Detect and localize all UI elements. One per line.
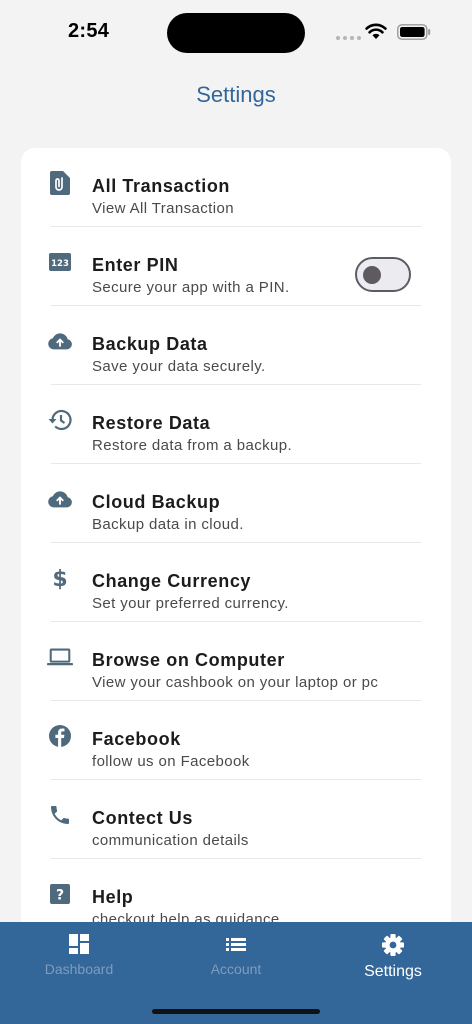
cellular-signal-icon <box>336 36 361 40</box>
settings-item-facebook[interactable]: Facebook follow us on Facebook <box>21 701 451 780</box>
settings-item-contact-us[interactable]: Contect Us communication details <box>21 780 451 859</box>
tab-label: Dashboard <box>44 961 114 977</box>
settings-item-cloud-backup[interactable]: Cloud Backup Backup data in cloud. <box>21 464 451 543</box>
settings-item-label: Cloud Backup <box>92 492 221 512</box>
pin-toggle[interactable] <box>355 257 411 292</box>
settings-item-all-transaction[interactable]: All Transaction View All Transaction <box>21 148 451 227</box>
settings-item-change-currency[interactable]: $ Change Currency Set your preferred cur… <box>21 543 451 622</box>
settings-item-label: Help <box>92 887 134 907</box>
cloud-upload-icon <box>47 328 73 354</box>
settings-item-browse-on-computer[interactable]: Browse on Computer View your cashbook on… <box>21 622 451 701</box>
settings-item-subtitle: Backup data in cloud. <box>92 516 244 533</box>
wifi-icon <box>365 23 387 39</box>
pin-123-icon: 123 <box>47 249 73 275</box>
settings-list: All Transaction View All Transaction 123… <box>21 148 451 948</box>
page-title: Settings <box>196 82 276 107</box>
tab-account[interactable]: Account <box>176 930 296 990</box>
help-icon: ? <box>47 881 73 907</box>
dynamic-island <box>167 13 305 53</box>
laptop-icon <box>47 644 73 670</box>
tab-settings[interactable]: Settings <box>333 930 453 990</box>
settings-item-subtitle: Save your data securely. <box>92 358 266 375</box>
status-time: 2:54 <box>68 20 110 42</box>
svg-text:123: 123 <box>51 259 69 269</box>
svg-text:$: $ <box>52 567 67 591</box>
settings-item-subtitle: Secure your app with a PIN. <box>92 279 290 296</box>
settings-item-label: All Transaction <box>92 176 231 196</box>
svg-text:?: ? <box>56 888 64 904</box>
settings-item-label: Facebook <box>92 729 181 749</box>
dashboard-icon <box>69 934 89 954</box>
gear-icon <box>382 934 404 956</box>
settings-item-subtitle: View your cashbook on your laptop or pc <box>92 674 379 691</box>
settings-item-subtitle: View All Transaction <box>92 200 234 217</box>
tab-dashboard[interactable]: Dashboard <box>19 930 139 990</box>
cloud-upload-icon <box>47 486 73 512</box>
settings-item-subtitle: Set your preferred currency. <box>92 595 289 612</box>
settings-item-label: Browse on Computer <box>92 650 285 670</box>
status-bar: 2:54 <box>0 0 472 64</box>
facebook-icon <box>47 723 73 749</box>
file-attachment-icon <box>47 170 73 196</box>
tab-label: Settings <box>364 963 422 980</box>
settings-item-subtitle: follow us on Facebook <box>92 753 250 770</box>
toggle-knob <box>363 266 381 284</box>
settings-item-label: Backup Data <box>92 334 208 354</box>
home-indicator <box>152 1009 320 1014</box>
battery-icon <box>397 24 431 40</box>
history-icon <box>47 407 73 433</box>
settings-item-subtitle: Restore data from a backup. <box>92 437 293 454</box>
settings-item-backup-data[interactable]: Backup Data Save your data securely. <box>21 306 451 385</box>
settings-item-label: Contect Us <box>92 808 194 828</box>
settings-item-label: Restore Data <box>92 413 211 433</box>
settings-item-restore-data[interactable]: Restore Data Restore data from a backup. <box>21 385 451 464</box>
settings-item-subtitle: communication details <box>92 832 249 849</box>
tab-label: Account <box>210 961 262 977</box>
settings-item-label: Enter PIN <box>92 255 179 275</box>
settings-item-label: Change Currency <box>92 571 252 591</box>
dollar-icon: $ <box>47 565 73 591</box>
phone-icon <box>47 802 73 828</box>
list-icon <box>226 938 246 951</box>
